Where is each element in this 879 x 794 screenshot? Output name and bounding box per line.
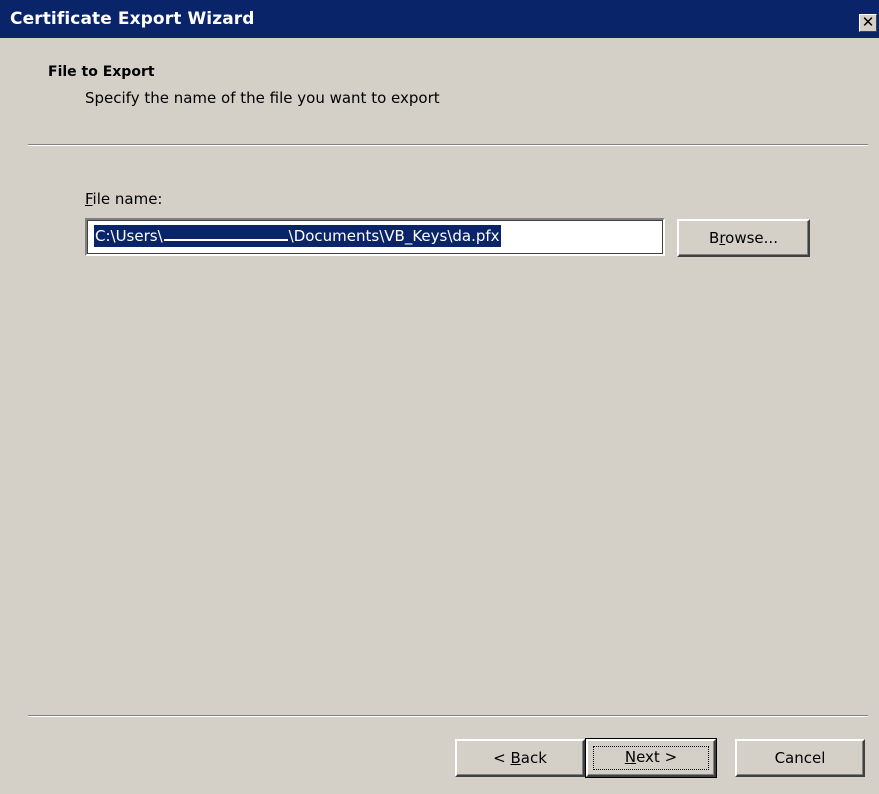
header-separator [28, 144, 868, 146]
file-name-label: File name: [85, 190, 162, 208]
cancel-button[interactable]: Cancel [735, 739, 865, 777]
browse-label-pre: B [709, 229, 720, 247]
back-label-pre: < [493, 749, 511, 767]
focus-rectangle [593, 746, 709, 770]
redacted-username [163, 239, 288, 241]
file-path-suffix: \Documents\VB_Keys\da.pfx [288, 227, 500, 245]
browse-label-post: owse... [725, 229, 778, 247]
browse-button[interactable]: Browse... [677, 219, 810, 257]
file-name-value: C:\Users\ \Documents\VB_Keys\da.pfx [94, 225, 501, 247]
title-bar: Certificate Export Wizard ✕ [0, 0, 879, 38]
window-title: Certificate Export Wizard [10, 9, 255, 29]
file-name-input[interactable]: C:\Users\ \Documents\VB_Keys\da.pfx [85, 218, 665, 256]
back-label-accel: B [510, 749, 521, 767]
file-name-label-text: ile name: [92, 190, 163, 208]
back-label-post: ack [520, 749, 547, 767]
footer-separator [28, 715, 868, 717]
file-path-prefix: C:\Users\ [95, 227, 163, 245]
back-button[interactable]: < Back [455, 739, 585, 777]
next-button[interactable]: Next > [585, 738, 717, 778]
page-subtitle: Specify the name of the file you want to… [85, 89, 440, 107]
file-name-label-accel: F [85, 190, 93, 208]
close-icon[interactable]: ✕ [859, 14, 877, 32]
page-title: File to Export [48, 64, 155, 80]
